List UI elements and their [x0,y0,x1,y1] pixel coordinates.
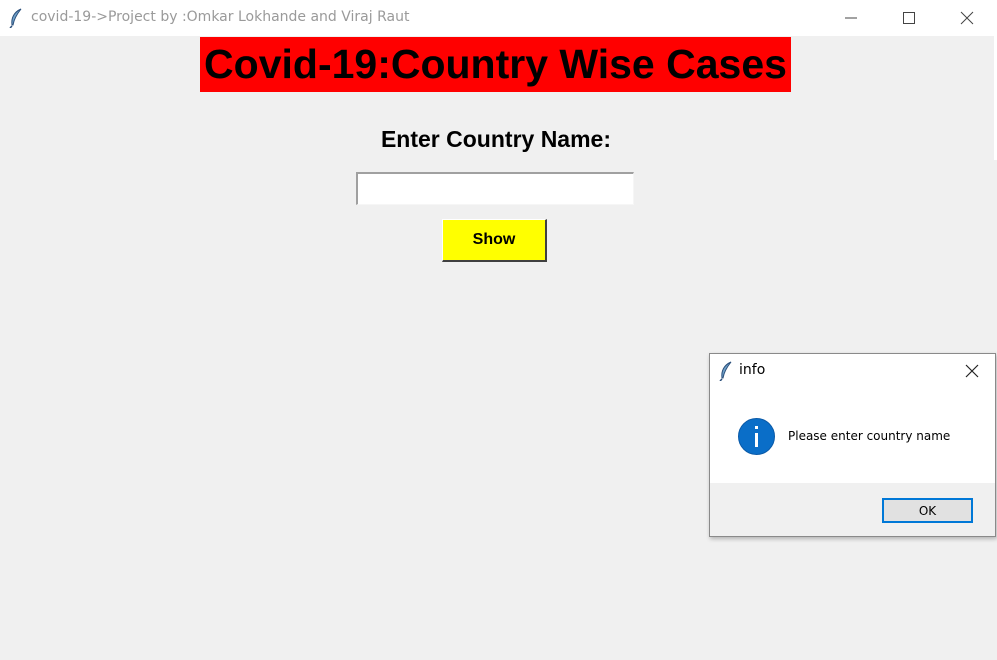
close-button[interactable] [938,0,996,36]
window-titlebar: covid-19->Project by :Omkar Lokhande and… [0,0,997,36]
minimize-button[interactable] [822,0,880,36]
feather-icon [8,8,24,29]
ok-button[interactable]: OK [882,498,973,523]
dialog-close-button[interactable] [956,358,988,384]
country-name-input[interactable] [356,172,634,205]
minimize-icon [845,17,857,19]
feather-icon [718,361,734,382]
maximize-button[interactable] [880,0,938,36]
show-button[interactable]: Show [442,219,547,262]
dialog-footer: OK [710,483,995,536]
maximize-icon [903,12,915,24]
info-dialog: info Please enter country name OK [709,353,996,537]
info-icon [737,417,776,456]
window-title: covid-19->Project by :Omkar Lokhande and… [31,9,410,25]
dialog-title: info [739,362,766,378]
page-heading: Covid-19:Country Wise Cases [200,37,791,92]
close-icon [960,11,974,25]
close-icon [965,364,979,378]
country-name-label: Enter Country Name: [380,126,612,152]
dialog-message: Please enter country name [788,429,951,443]
